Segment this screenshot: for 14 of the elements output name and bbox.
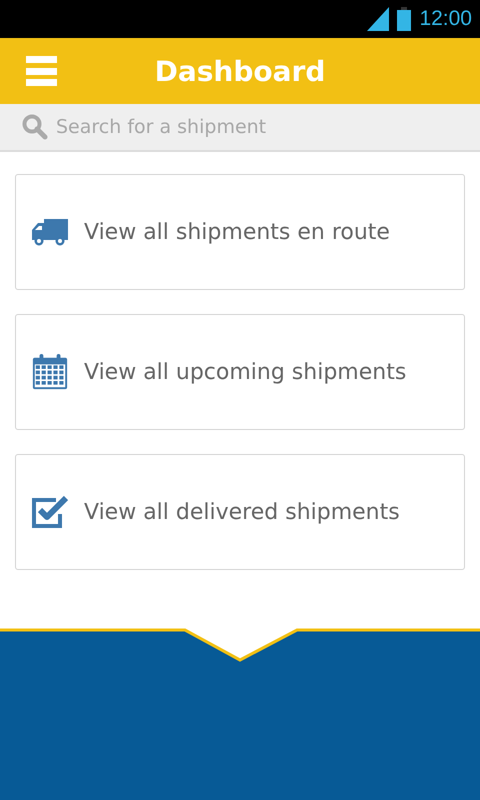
checkbox-icon <box>30 494 70 530</box>
search-icon <box>22 114 48 140</box>
shipment-card[interactable]: View all upcoming shipments <box>15 314 465 430</box>
shipment-card[interactable]: View all shipments en route <box>15 174 465 290</box>
search-bar[interactable]: Search for a shipment <box>0 104 480 152</box>
signal-icon <box>367 7 390 31</box>
menu-icon[interactable] <box>26 56 57 86</box>
status-time: 12:00 <box>419 7 472 31</box>
calendar-icon <box>30 353 70 391</box>
app-title: Dashboard <box>154 54 326 88</box>
shipment-card[interactable]: View all delivered shipments <box>15 454 465 570</box>
battery-icon <box>397 7 412 31</box>
truck-icon <box>30 216 70 248</box>
search-field[interactable]: Search for a shipment <box>56 116 436 138</box>
